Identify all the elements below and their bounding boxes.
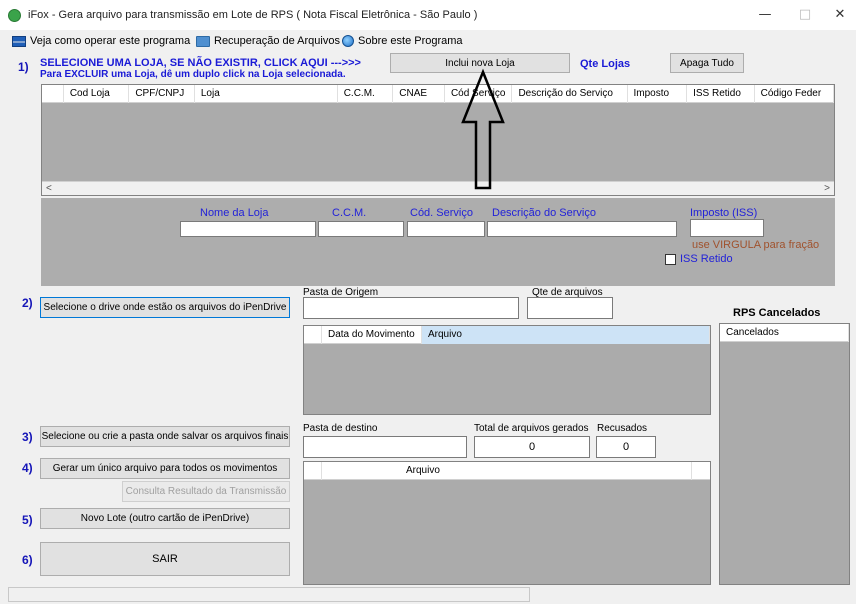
col-descricao-servico[interactable]: Descrição do Serviço [512,85,628,103]
pasta-destino-label: Pasta de destino [303,423,378,434]
output-files-grid[interactable]: Arquivo [303,461,711,585]
pasta-origem-input[interactable] [303,297,519,319]
col-output-arquivo[interactable]: Arquivo [322,462,692,480]
col-cancelados[interactable]: Cancelados [720,324,849,342]
col-ccm[interactable]: C.C.M. [338,85,394,103]
up-arrow-annotation [461,68,505,190]
consult-result-button[interactable]: Consulta Resultado da Transmissão [122,481,290,502]
nome-loja-input[interactable] [180,221,316,237]
total-gerados-value: 0 [474,436,590,458]
menu-help-label: Veja como operar este programa [30,35,191,47]
iss-retido-checkbox[interactable] [665,254,676,265]
maximize-button[interactable]: □ [790,5,820,25]
status-bar [8,587,530,602]
rps-cancelados-title: RPS Cancelados [733,307,821,319]
new-batch-button[interactable]: Novo Lote (outro cartão de iPenDrive) [40,508,290,529]
recusados-value: 0 [596,436,656,458]
window-title: iFox - Gera arquivo para transmissão em … [28,9,478,21]
cancelados-grid[interactable]: Cancelados [719,323,850,585]
step-5-label: 5) [22,513,33,527]
qte-lojas-label: Qte Lojas [580,58,631,70]
imposto-iss-input[interactable] [690,219,764,237]
menu-help[interactable]: Veja como operar este programa [12,33,190,49]
step-6-label: 6) [22,553,33,567]
exit-button[interactable]: SAIR [40,542,290,576]
col-arquivo[interactable]: Arquivo [422,326,710,344]
col-cod-loja[interactable]: Cod Loja [64,85,130,103]
pasta-destino-input[interactable] [303,436,467,458]
menu-about-label: Sobre este Programa [358,35,463,47]
minimize-button[interactable]: — [750,5,780,25]
select-folder-button[interactable]: Selecione ou crie a pasta onde salvar os… [40,426,290,447]
stores-grid[interactable]: Cod Loja CPF/CNPJ Loja C.C.M. CNAE Cód S… [41,84,835,196]
descricao-servico-label: Descrição do Serviço [492,207,596,219]
scroll-left-arrow[interactable]: < [46,183,52,194]
output-grid-header: Arquivo [304,462,710,480]
step-1-label: 1) [18,60,29,74]
row-header-cell [42,85,64,103]
cancelados-grid-header: Cancelados [720,324,849,342]
globe-icon [342,35,354,47]
step-3-label: 3) [22,430,33,444]
movements-grid-header: Data do Movimento Arquivo [304,326,710,344]
recusados-label: Recusados [597,423,648,434]
monitor-icon [12,35,26,47]
menu-recover-label: Recuperação de Arquivos [214,35,340,47]
imposto-iss-label: Imposto (ISS) [690,207,758,219]
col-iss-retido[interactable]: ISS Retido [687,85,755,103]
col-data-movimento[interactable]: Data do Movimento [322,326,422,344]
cod-servico-label: Cód. Serviço [410,207,473,219]
col-imposto[interactable]: Imposto [628,85,688,103]
total-gerados-label: Total de arquivos gerados [474,423,589,434]
stores-grid-header: Cod Loja CPF/CNPJ Loja C.C.M. CNAE Cód S… [42,85,834,103]
delete-store-instruction: Para EXCLUIR uma Loja, dê um duplo click… [40,69,346,80]
col-loja[interactable]: Loja [195,85,338,103]
ccm-input[interactable] [318,221,404,237]
select-store-instruction: SELECIONE UMA LOJA, SE NÃO EXISTIR, CLIC… [40,57,361,69]
stores-grid-scrollbar[interactable]: < > [42,181,834,195]
col-cnae[interactable]: CNAE [393,85,445,103]
clear-all-button[interactable]: Apaga Tudo [670,53,744,73]
col-cpf-cnpj[interactable]: CPF/CNPJ [129,85,195,103]
row-header-cell [304,462,322,480]
col-codigo-federal[interactable]: Código Feder [755,85,834,103]
generate-file-button[interactable]: Gerar um único arquivo para todos os mov… [40,458,290,479]
ccm-label: C.C.M. [332,207,367,219]
menu-about[interactable]: Sobre este Programa [342,33,463,49]
scroll-right-arrow[interactable]: > [824,183,830,194]
nome-loja-label: Nome da Loja [200,207,269,219]
descricao-servico-input[interactable] [487,221,677,237]
virgula-hint: use VIRGULA para fração [692,239,820,251]
menu-bar: Veja como operar este programa Recuperaç… [0,30,856,50]
step-2-label: 2) [22,296,33,310]
cod-servico-input[interactable] [407,221,485,237]
select-drive-button[interactable]: Selecione o drive onde estão os arquivos… [40,297,290,318]
iss-retido-label: ISS Retido [680,253,733,265]
step-4-label: 4) [22,461,33,475]
menu-recover[interactable]: Recuperação de Arquivos [196,33,340,49]
qte-arquivos-input[interactable] [527,297,613,319]
movements-grid[interactable]: Data do Movimento Arquivo [303,325,711,415]
close-button[interactable]: ✕ [825,5,855,25]
app-icon [8,9,21,22]
folder-icon [196,35,210,47]
row-header-cell [304,326,322,344]
